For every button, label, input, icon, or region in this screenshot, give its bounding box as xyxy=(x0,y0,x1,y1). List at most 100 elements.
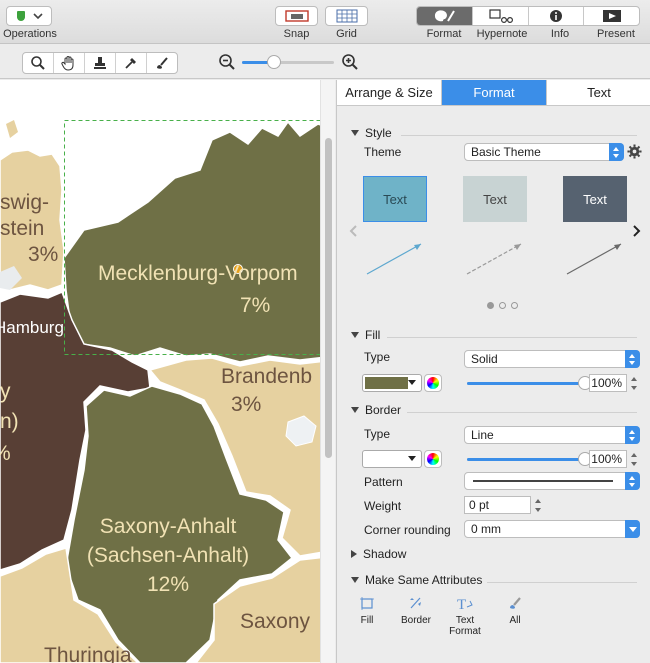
make-same-border-button[interactable]: Border xyxy=(391,593,441,626)
fill-opacity-slider[interactable] xyxy=(467,376,592,390)
zoom-tool-button[interactable] xyxy=(23,53,54,73)
operations-label: Operations xyxy=(3,28,57,40)
theme-popup[interactable]: Basic Theme xyxy=(464,143,624,161)
zoom-out-icon[interactable] xyxy=(218,53,236,71)
fill-type-value: Solid xyxy=(471,352,498,366)
page-dot[interactable] xyxy=(499,302,506,309)
make-same-all-button[interactable]: All xyxy=(490,593,540,626)
line-style-1[interactable] xyxy=(366,243,422,275)
map-region-mecklenburg[interactable] xyxy=(63,120,335,363)
make-same-label: Fill xyxy=(360,615,374,626)
map-label-name: Saxony-Anhalt xyxy=(99,515,237,538)
border-color-wheel-button[interactable] xyxy=(424,450,442,468)
fill-color-wheel-button[interactable] xyxy=(424,374,442,392)
make-same-section-header[interactable]: Make Same Attributes xyxy=(351,573,482,587)
map-label-region-2: Hamburg xyxy=(0,318,64,338)
weight-stepper[interactable] xyxy=(533,496,543,514)
brush-tool-button[interactable] xyxy=(147,53,177,73)
scrollbar-thumb[interactable] xyxy=(325,138,332,458)
color-wheel-icon xyxy=(427,453,439,465)
fill-opacity-stepper[interactable] xyxy=(629,374,639,392)
divider xyxy=(487,582,637,583)
line-style-2[interactable] xyxy=(466,243,522,275)
present-label: Present xyxy=(597,28,635,40)
zoom-in-icon[interactable] xyxy=(341,53,359,71)
diagram-canvas[interactable]: swig- stein 3% Mecklenburg-Vorpom 7% Ham… xyxy=(0,80,335,663)
fill-opacity-field[interactable]: 100% xyxy=(589,374,627,392)
tab-text[interactable]: Text xyxy=(547,80,650,105)
slider-fill xyxy=(467,458,585,461)
map-label-region-1: Mecklenburg-Vorpom 7% xyxy=(98,258,298,322)
hand-icon xyxy=(61,56,74,71)
weight-field[interactable]: 0 pt xyxy=(464,496,531,514)
popup-arrow xyxy=(625,472,640,490)
border-color-well[interactable] xyxy=(362,450,422,468)
eyedropper-tool-button[interactable] xyxy=(116,53,147,73)
make-same-text-format-button[interactable]: T Text Format xyxy=(440,593,490,637)
pattern-label: Pattern xyxy=(364,475,403,489)
format-inspector-button[interactable] xyxy=(417,7,473,25)
corner-rounding-label: Corner rounding xyxy=(364,523,451,537)
grid-button[interactable] xyxy=(325,6,368,26)
border-opacity-stepper[interactable] xyxy=(629,450,639,468)
border-type-label: Type xyxy=(364,427,391,441)
border-type-popup[interactable]: Line xyxy=(464,426,640,444)
style-section-header[interactable]: Style xyxy=(351,126,392,140)
shadow-section-header[interactable]: Shadow xyxy=(351,547,406,561)
theme-popup-value: Basic Theme xyxy=(471,145,541,159)
gear-icon[interactable] xyxy=(627,144,642,159)
border-section-header[interactable]: Border xyxy=(351,403,401,417)
canvas-vertical-scrollbar[interactable] xyxy=(320,80,335,663)
grid-label: Grid xyxy=(336,28,357,40)
theme-label: Theme xyxy=(364,145,402,159)
style-page-indicator[interactable] xyxy=(487,302,518,309)
shadow-section-title: Shadow xyxy=(363,547,407,561)
map-label-name: stein xyxy=(0,217,45,240)
svg-text:T: T xyxy=(457,597,466,611)
hand-tool-button[interactable] xyxy=(54,53,85,73)
popup-arrow xyxy=(625,350,640,368)
divider xyxy=(401,135,637,136)
present-button[interactable] xyxy=(584,7,639,25)
map-label-name: (Sachsen-Anhalt) xyxy=(86,544,250,567)
border-opacity-slider[interactable] xyxy=(467,452,592,466)
fill-attribute-icon xyxy=(360,597,374,610)
map-region-island xyxy=(6,120,18,138)
style-card-text: Text xyxy=(583,191,607,207)
fill-type-popup[interactable]: Solid xyxy=(464,350,640,368)
tab-arrange-size[interactable]: Arrange & Size xyxy=(337,80,442,105)
style-card-3[interactable]: Text xyxy=(563,176,627,222)
make-same-section-title: Make Same Attributes xyxy=(365,573,483,587)
style-card-2[interactable]: Text xyxy=(463,176,527,222)
map-label-name: Thuringia xyxy=(44,644,132,663)
map-label-region-0: swig- stein 3% xyxy=(0,190,58,268)
pattern-popup[interactable] xyxy=(464,472,640,490)
make-same-fill-button[interactable]: Fill xyxy=(342,593,392,626)
zoom-slider-knob[interactable] xyxy=(267,55,282,69)
fill-section-title: Fill xyxy=(365,328,381,342)
map-label-region-9: Thuringia xyxy=(44,644,132,663)
style-card-text: Text xyxy=(483,191,507,207)
info-label: Info xyxy=(550,28,570,40)
inspector-segmented-control xyxy=(416,6,640,26)
line-style-3[interactable] xyxy=(566,243,622,275)
page-dot[interactable] xyxy=(511,302,518,309)
zoom-slider[interactable] xyxy=(242,55,334,69)
page-dot[interactable] xyxy=(487,302,494,309)
map-label-region-4: y xyxy=(0,380,11,404)
hypernote-inspector-button[interactable] xyxy=(473,7,529,25)
tab-format[interactable]: Format xyxy=(442,80,547,105)
fill-section-header[interactable]: Fill xyxy=(351,328,380,342)
make-same-label: Border xyxy=(400,615,431,626)
fill-color-well[interactable] xyxy=(362,374,422,392)
border-opacity-field[interactable]: 100% xyxy=(589,450,627,468)
snap-button[interactable] xyxy=(275,6,318,26)
operations-button[interactable] xyxy=(6,6,52,26)
eyedropper-icon xyxy=(125,58,136,69)
chevron-down-icon xyxy=(408,380,416,385)
style-card-1[interactable]: Text xyxy=(363,176,427,222)
stamp-tool-button[interactable] xyxy=(85,53,116,73)
corner-rounding-combo[interactable]: 0 mm xyxy=(464,520,640,538)
info-inspector-button[interactable] xyxy=(529,7,585,25)
map-label-region-5: n) xyxy=(0,410,19,434)
